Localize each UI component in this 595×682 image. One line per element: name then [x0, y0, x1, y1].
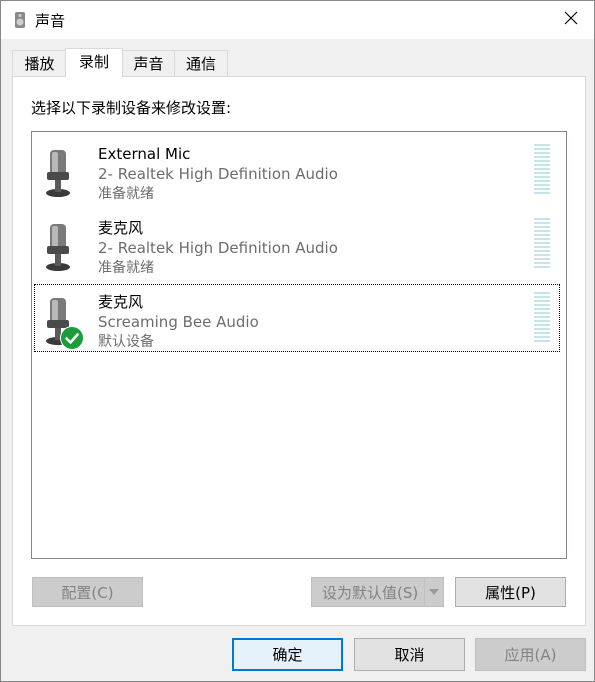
device-list[interactable]: External Mic 2- Realtek High Definition …: [31, 131, 567, 559]
device-details: 麦克风 Screaming Bee Audio 默认设备: [98, 292, 259, 352]
recording-panel: 选择以下录制设备来修改设置: External Mic 2- Realtek H…: [12, 76, 586, 626]
title-bar[interactable]: 声音: [1, 1, 594, 39]
tab-sounds[interactable]: 声音: [121, 50, 176, 76]
device-status: 准备就绪: [98, 186, 154, 202]
level-meter: [534, 144, 550, 194]
chevron-down-icon[interactable]: [424, 578, 443, 606]
set-default-button[interactable]: 设为默认值(S): [311, 577, 444, 607]
device-details: External Mic 2- Realtek High Definition …: [98, 144, 338, 204]
device-name: 麦克风: [98, 219, 144, 237]
device-driver: Screaming Bee Audio: [98, 313, 259, 331]
device-name: External Mic: [98, 145, 191, 163]
instructions-label: 选择以下录制设备来修改设置:: [31, 99, 232, 117]
speaker-icon: [12, 11, 28, 29]
microphone-icon: [42, 220, 80, 272]
green-checkmark-icon: [60, 326, 84, 350]
level-meter: [534, 292, 550, 342]
tab-communications[interactable]: 通信: [174, 50, 228, 76]
sound-dialog: 声音 播放 录制 声音 通信 选择以下录制设备来修改设置: External M…: [0, 0, 595, 682]
device-item-microphone-realtek[interactable]: 麦克风 2- Realtek High Definition Audio 准备就…: [34, 210, 560, 278]
device-status: 准备就绪: [98, 260, 154, 276]
configure-button[interactable]: 配置(C): [32, 577, 143, 607]
device-item-microphone-screaming-bee[interactable]: 麦克风 Screaming Bee Audio 默认设备: [34, 284, 560, 352]
window-title: 声音: [35, 12, 66, 30]
tab-recording[interactable]: 录制: [65, 48, 123, 77]
cancel-button[interactable]: 取消: [354, 638, 465, 671]
properties-button[interactable]: 属性(P): [455, 577, 566, 607]
close-icon: [564, 11, 578, 29]
device-name: 麦克风: [98, 293, 144, 311]
ok-button[interactable]: 确定: [232, 638, 343, 671]
device-details: 麦克风 2- Realtek High Definition Audio 准备就…: [98, 218, 338, 278]
apply-button[interactable]: 应用(A): [475, 638, 586, 671]
device-driver: 2- Realtek High Definition Audio: [98, 165, 338, 183]
device-status: 默认设备: [98, 334, 154, 350]
device-item-external-mic[interactable]: External Mic 2- Realtek High Definition …: [34, 136, 560, 204]
microphone-icon: [42, 146, 80, 198]
level-meter: [534, 218, 550, 268]
device-driver: 2- Realtek High Definition Audio: [98, 239, 338, 257]
close-button[interactable]: [548, 1, 594, 39]
set-default-label: 设为默认值(S): [322, 583, 419, 602]
tab-playback[interactable]: 播放: [12, 50, 67, 76]
